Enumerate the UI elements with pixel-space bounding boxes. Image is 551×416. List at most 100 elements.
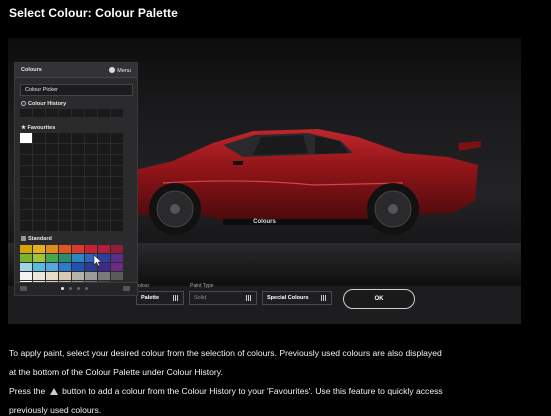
standard-colour-swatch[interactable] xyxy=(111,245,123,253)
favourite-colour-slot[interactable] xyxy=(59,144,71,154)
favourite-colour-slot[interactable] xyxy=(46,144,58,154)
standard-colour-swatch[interactable] xyxy=(72,272,84,280)
history-colour-slot[interactable] xyxy=(46,109,58,117)
favourite-colour-slot[interactable] xyxy=(59,188,71,198)
favourite-colour-slot[interactable] xyxy=(46,166,58,176)
standard-colour-swatch[interactable] xyxy=(111,254,123,262)
favourite-colour-slot[interactable] xyxy=(85,133,97,143)
history-colour-slot[interactable] xyxy=(111,109,123,117)
favourite-colour-slot[interactable] xyxy=(98,133,110,143)
ok-button[interactable]: OK xyxy=(343,289,415,309)
favourite-colour-slot[interactable] xyxy=(72,221,84,231)
favourite-colour-slot[interactable] xyxy=(33,221,45,231)
colour-mode-select[interactable]: Palette xyxy=(136,291,184,305)
history-colour-slot[interactable] xyxy=(20,109,32,117)
favourite-colour-slot[interactable] xyxy=(59,199,71,209)
standard-colour-swatch[interactable] xyxy=(98,272,110,280)
standard-colour-swatch[interactable] xyxy=(20,272,32,280)
favourite-colour-slot[interactable] xyxy=(111,133,123,143)
favourite-colour-slot[interactable] xyxy=(46,133,58,143)
history-colour-slot[interactable] xyxy=(59,109,71,117)
favourite-colour-slot[interactable] xyxy=(72,177,84,187)
favourite-colour-slot[interactable] xyxy=(72,166,84,176)
standard-colour-swatch[interactable] xyxy=(20,254,32,262)
favourite-colour-slot[interactable] xyxy=(111,155,123,165)
favourite-colour-slot[interactable] xyxy=(20,210,32,220)
favourite-colour-slot[interactable] xyxy=(72,199,84,209)
favourite-colour-slot[interactable] xyxy=(72,210,84,220)
favourite-colour-slot[interactable] xyxy=(20,133,32,143)
favourite-colour-slot[interactable] xyxy=(72,155,84,165)
favourite-colour-slot[interactable] xyxy=(59,177,71,187)
favourite-colour-slot[interactable] xyxy=(59,155,71,165)
favourite-colour-slot[interactable] xyxy=(98,210,110,220)
paint-type-select[interactable]: Solid xyxy=(189,291,257,305)
standard-colour-swatch[interactable] xyxy=(72,245,84,253)
standard-colour-swatch[interactable] xyxy=(33,272,45,280)
favourite-colour-slot[interactable] xyxy=(85,177,97,187)
favourite-colour-slot[interactable] xyxy=(20,177,32,187)
favourite-colour-slot[interactable] xyxy=(85,210,97,220)
standard-colour-swatch[interactable] xyxy=(72,254,84,262)
menu-button[interactable]: Menu xyxy=(109,67,131,74)
favourite-colour-slot[interactable] xyxy=(20,144,32,154)
favourite-colour-slot[interactable] xyxy=(20,155,32,165)
favourite-colour-slot[interactable] xyxy=(111,166,123,176)
favourite-colour-slot[interactable] xyxy=(72,188,84,198)
standard-colour-swatch[interactable] xyxy=(111,272,123,280)
favourite-colour-slot[interactable] xyxy=(33,188,45,198)
favourite-colour-slot[interactable] xyxy=(85,188,97,198)
favourite-colour-slot[interactable] xyxy=(98,155,110,165)
standard-colour-swatch[interactable] xyxy=(46,245,58,253)
favourite-colour-slot[interactable] xyxy=(59,210,71,220)
standard-colour-swatch[interactable] xyxy=(33,245,45,253)
favourite-colour-slot[interactable] xyxy=(85,199,97,209)
standard-colour-swatch[interactable] xyxy=(20,245,32,253)
favourite-colour-slot[interactable] xyxy=(111,210,123,220)
history-colour-slot[interactable] xyxy=(33,109,45,117)
favourite-colour-slot[interactable] xyxy=(85,144,97,154)
favourite-colour-slot[interactable] xyxy=(59,221,71,231)
history-colour-slot[interactable] xyxy=(72,109,84,117)
colour-picker-button[interactable]: Colour Picker xyxy=(20,84,133,96)
favourite-colour-slot[interactable] xyxy=(111,177,123,187)
favourite-colour-slot[interactable] xyxy=(59,166,71,176)
favourite-colour-slot[interactable] xyxy=(20,166,32,176)
favourite-colour-slot[interactable] xyxy=(46,199,58,209)
favourite-colour-slot[interactable] xyxy=(98,199,110,209)
favourite-colour-slot[interactable] xyxy=(111,144,123,154)
standard-colour-swatch[interactable] xyxy=(59,245,71,253)
favourite-colour-slot[interactable] xyxy=(46,210,58,220)
favourite-colour-slot[interactable] xyxy=(33,166,45,176)
standard-colour-swatch[interactable] xyxy=(98,245,110,253)
favourite-colour-slot[interactable] xyxy=(85,221,97,231)
standard-colour-swatch[interactable] xyxy=(85,245,97,253)
favourite-colour-slot[interactable] xyxy=(20,188,32,198)
favourite-colour-slot[interactable] xyxy=(33,199,45,209)
favourite-colour-slot[interactable] xyxy=(20,199,32,209)
favourite-colour-slot[interactable] xyxy=(85,166,97,176)
standard-colour-swatch[interactable] xyxy=(111,263,123,271)
favourite-colour-slot[interactable] xyxy=(98,166,110,176)
favourite-colour-slot[interactable] xyxy=(98,221,110,231)
standard-colour-swatch[interactable] xyxy=(46,254,58,262)
favourite-colour-slot[interactable] xyxy=(46,221,58,231)
favourite-colour-slot[interactable] xyxy=(111,188,123,198)
standard-colour-swatch[interactable] xyxy=(59,254,71,262)
favourite-colour-slot[interactable] xyxy=(33,133,45,143)
favourite-colour-slot[interactable] xyxy=(111,221,123,231)
favourite-colour-slot[interactable] xyxy=(98,177,110,187)
favourite-colour-slot[interactable] xyxy=(46,155,58,165)
favourite-colour-slot[interactable] xyxy=(85,155,97,165)
standard-colour-swatch[interactable] xyxy=(85,272,97,280)
standard-colour-swatch[interactable] xyxy=(59,272,71,280)
standard-colour-swatch[interactable] xyxy=(46,272,58,280)
favourite-colour-slot[interactable] xyxy=(33,177,45,187)
standard-colour-swatch[interactable] xyxy=(20,263,32,271)
favourite-colour-slot[interactable] xyxy=(33,144,45,154)
favourite-colour-slot[interactable] xyxy=(72,133,84,143)
favourite-colour-slot[interactable] xyxy=(98,188,110,198)
standard-colour-swatch[interactable] xyxy=(59,263,71,271)
standard-colour-swatch[interactable] xyxy=(33,263,45,271)
history-colour-slot[interactable] xyxy=(85,109,97,117)
